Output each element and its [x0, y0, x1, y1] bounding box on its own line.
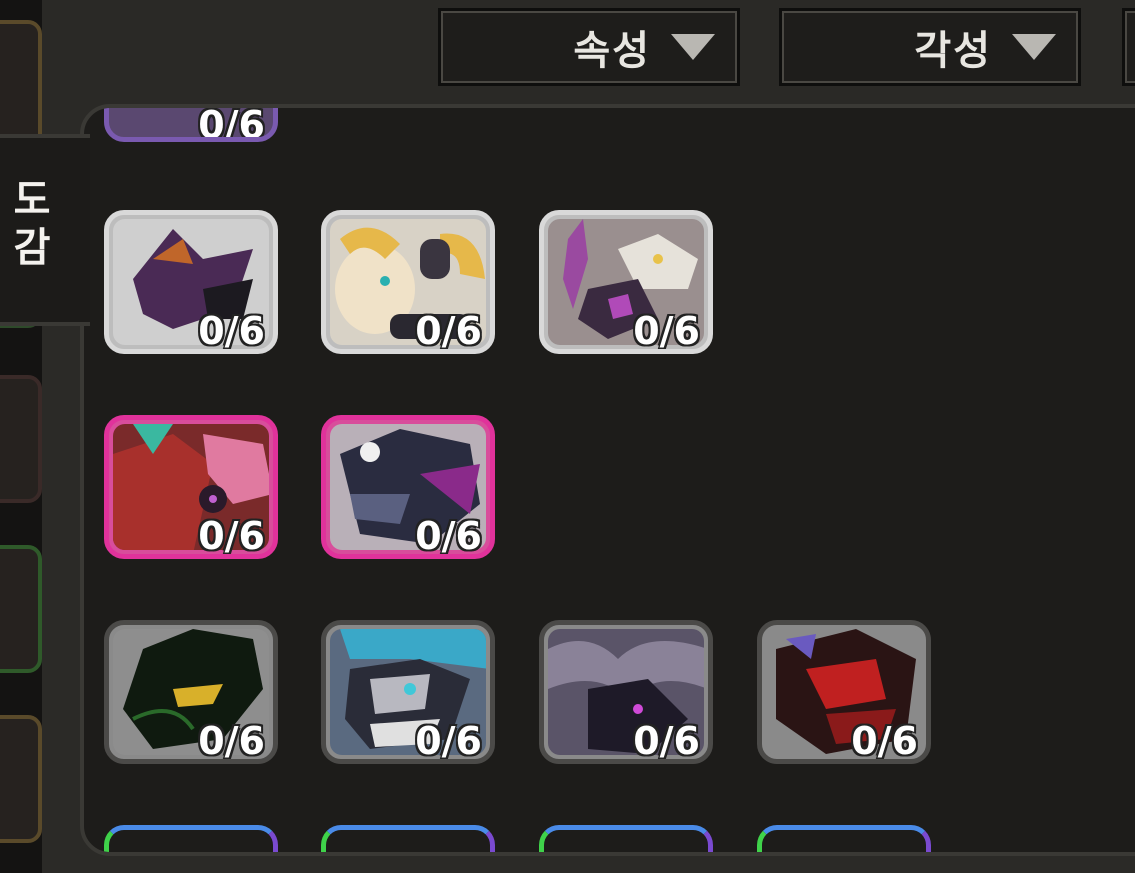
card-count: 0/6: [198, 514, 265, 558]
monster-card-partial[interactable]: [104, 825, 278, 852]
monster-card[interactable]: 0/6: [321, 620, 495, 764]
filter-bar: 속성 각성: [42, 0, 1135, 110]
monster-card[interactable]: 0/6: [539, 210, 713, 354]
card-count: 0/6: [415, 309, 482, 353]
card-count: 0/6: [415, 719, 482, 763]
card-count: 0/6: [198, 309, 265, 353]
card-count: 0/6: [633, 309, 700, 353]
awakening-filter-dropdown[interactable]: 각성: [779, 8, 1081, 86]
card-count: 0/6: [633, 719, 700, 763]
next-filter-dropdown[interactable]: [1122, 8, 1135, 86]
awakening-filter-label: 각성: [914, 28, 992, 74]
side-card-fragment[interactable]: [0, 20, 42, 148]
monster-card-partial[interactable]: [539, 825, 713, 852]
monster-card[interactable]: 0/6: [104, 415, 278, 559]
monster-card-partial[interactable]: 0/6: [104, 104, 278, 142]
monster-card[interactable]: 0/6: [539, 620, 713, 764]
left-strip: [0, 0, 42, 873]
card-count: 0/6: [851, 719, 918, 763]
collection-panel[interactable]: 0/6 0/6 0/6 0/6 0/6 0/6 0/6 0/6 0/6 0/6: [80, 104, 1135, 856]
chevron-down-icon: [1012, 34, 1056, 60]
collection-tab[interactable]: 도감: [0, 134, 90, 326]
side-card-fragment[interactable]: [0, 375, 42, 503]
monster-card-partial[interactable]: [757, 825, 931, 852]
monster-card[interactable]: 0/6: [321, 415, 495, 559]
monster-card[interactable]: 0/6: [104, 620, 278, 764]
side-card-fragment[interactable]: [0, 545, 42, 673]
card-count: 0/6: [198, 719, 265, 763]
side-card-fragment[interactable]: [0, 715, 42, 843]
monster-card[interactable]: 0/6: [104, 210, 278, 354]
card-count: 0/6: [198, 104, 265, 142]
chevron-down-icon: [671, 34, 715, 60]
monster-card[interactable]: 0/6: [757, 620, 931, 764]
card-count: 0/6: [415, 514, 482, 558]
attribute-filter-label: 속성: [573, 28, 651, 74]
collection-tab-label: 도감: [13, 177, 51, 271]
monster-card[interactable]: 0/6: [321, 210, 495, 354]
monster-card-partial[interactable]: [321, 825, 495, 852]
attribute-filter-dropdown[interactable]: 속성: [438, 8, 740, 86]
